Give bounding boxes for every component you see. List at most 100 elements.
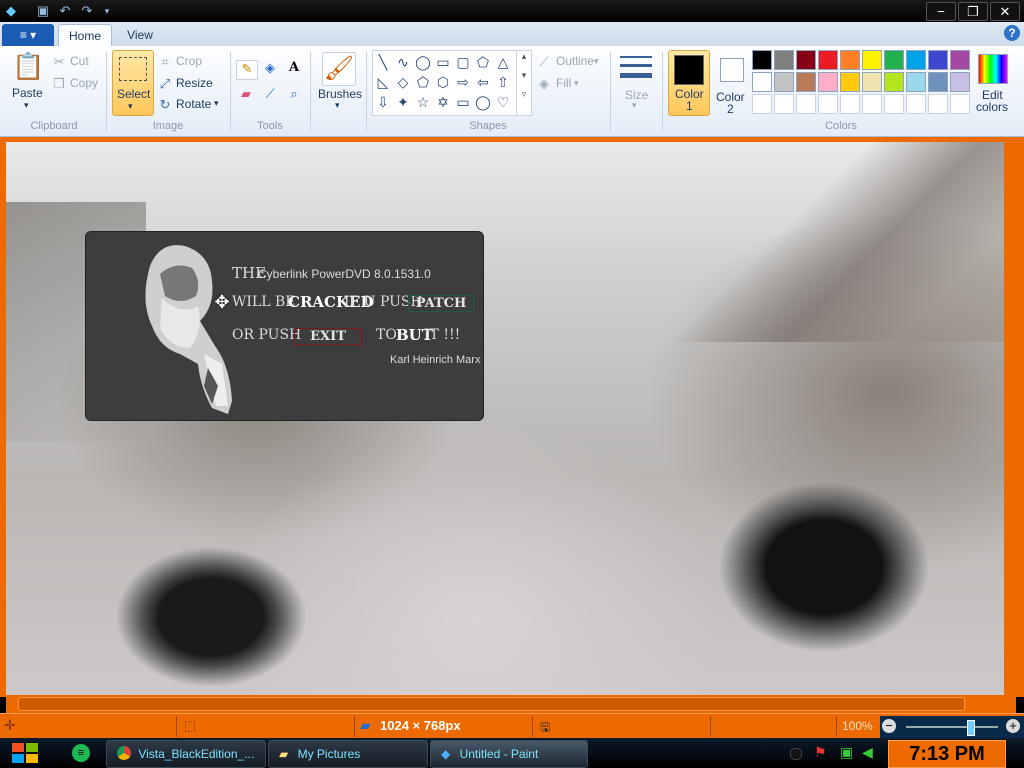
fill-icon[interactable]: ◈ [260, 60, 280, 78]
palette-swatch[interactable] [906, 50, 926, 70]
zoom-out-icon[interactable]: − [882, 719, 896, 733]
line-shape-icon[interactable]: ╲ [373, 53, 393, 71]
palette-swatch[interactable] [950, 72, 970, 92]
size-dropdown-icon[interactable]: ▾ [632, 100, 637, 111]
palette-swatch[interactable] [928, 50, 948, 70]
undo-icon[interactable]: ↶ [56, 3, 74, 19]
paste-dropdown-icon[interactable]: ▾ [24, 100, 29, 111]
palette-swatch[interactable] [840, 50, 860, 70]
start-button[interactable] [10, 739, 40, 767]
palette-swatch[interactable] [950, 50, 970, 70]
paint-app-icon[interactable]: ◆ [2, 3, 20, 19]
cut-button[interactable]: Cut [70, 54, 89, 68]
palette-swatch[interactable] [796, 72, 816, 92]
rotate-dropdown-icon[interactable]: ▾ [214, 98, 219, 109]
paste-icon[interactable]: 📋 [12, 52, 44, 80]
tray-flag-icon[interactable]: ⚑ [814, 744, 827, 761]
hexagon-shape-icon[interactable]: ⬡ [433, 73, 453, 91]
down-arrow-shape-icon[interactable]: ⇩ [373, 93, 393, 111]
callout-rectangle-shape-icon[interactable]: ▭ [453, 93, 473, 111]
callout-oval-shape-icon[interactable]: ◯ [473, 93, 493, 111]
palette-swatch[interactable] [884, 94, 904, 114]
fill-dropdown-icon[interactable]: ▾ [574, 78, 579, 89]
triangle-shape-icon[interactable]: △ [493, 53, 513, 71]
vertical-scrollbar[interactable] [1006, 142, 1020, 695]
palette-swatch[interactable] [884, 72, 904, 92]
palette-swatch[interactable] [752, 72, 772, 92]
four-point-star-shape-icon[interactable]: ✦ [393, 93, 413, 111]
right-triangle-shape-icon[interactable]: ◺ [373, 73, 393, 91]
pencil-icon[interactable]: ✎ [236, 60, 258, 80]
tray-volume-icon[interactable]: ◀ [862, 744, 873, 761]
customize-icon[interactable]: ▾ [98, 3, 116, 19]
rotate-button[interactable]: Rotate [176, 97, 211, 111]
close-button[interactable]: ✕ [990, 2, 1020, 21]
eraser-icon[interactable]: ▰ [236, 86, 256, 104]
tab-home[interactable]: Home [58, 24, 112, 47]
left-arrow-shape-icon[interactable]: ⇦ [473, 73, 493, 91]
up-arrow-shape-icon[interactable]: ⇧ [493, 73, 513, 91]
palette-swatch[interactable] [818, 50, 838, 70]
brushes-button[interactable]: Brushes [318, 87, 362, 101]
palette-swatch[interactable] [862, 94, 882, 114]
text-icon[interactable]: A [284, 60, 304, 78]
palette-swatch[interactable] [928, 94, 948, 114]
six-point-star-shape-icon[interactable]: ✡ [433, 93, 453, 111]
horizontal-scroll-thumb[interactable] [18, 697, 965, 711]
edit-colors-label-2[interactable]: colors [976, 100, 1008, 114]
palette-swatch[interactable] [752, 50, 772, 70]
palette-swatch[interactable] [818, 72, 838, 92]
palette-swatch[interactable] [840, 94, 860, 114]
palette-swatch[interactable] [840, 72, 860, 92]
rectangle-shape-icon[interactable]: ▭ [433, 53, 453, 71]
shapes-scroll[interactable]: ▴ ▾ ▿ [516, 51, 531, 115]
color1-button[interactable]: Color 1 [668, 50, 710, 116]
palette-swatch[interactable] [906, 72, 926, 92]
right-arrow-shape-icon[interactable]: ⇨ [453, 73, 473, 91]
diamond-shape-icon[interactable]: ◇ [393, 73, 413, 91]
taskbar-clock[interactable]: 7:13 PM [888, 740, 1006, 768]
scroll-down-icon[interactable]: ▾ [517, 70, 531, 81]
redo-icon[interactable]: ↷ [78, 3, 96, 19]
task-my-pictures[interactable]: ▰ My Pictures [268, 740, 428, 768]
zoom-slider-thumb[interactable] [967, 720, 976, 736]
palette-swatch[interactable] [950, 94, 970, 114]
rounded-rectangle-shape-icon[interactable]: ▢ [453, 53, 473, 71]
palette-swatch[interactable] [774, 72, 794, 92]
zoom-slider-track[interactable] [906, 726, 998, 728]
palette-swatch[interactable] [796, 50, 816, 70]
tray-network-icon[interactable]: ▣ [840, 744, 853, 761]
minimize-button[interactable]: − [926, 2, 956, 21]
spotify-icon[interactable]: ≡ [72, 744, 90, 762]
exit-button[interactable]: EXIT [294, 328, 362, 345]
palette-swatch[interactable] [884, 50, 904, 70]
task-paint[interactable]: ◆ Untitled - Paint [430, 740, 588, 768]
crop-button[interactable]: Crop [176, 54, 202, 68]
polygon-shape-icon[interactable]: ⬠ [473, 53, 493, 71]
outline-dropdown-icon[interactable]: ▾ [594, 56, 599, 67]
paste-button[interactable]: Paste [12, 86, 43, 100]
brushes-icon[interactable]: 🖌 [322, 52, 356, 86]
magnifier-icon[interactable]: ⌕ [284, 86, 304, 104]
five-point-star-shape-icon[interactable]: ☆ [413, 93, 433, 111]
palette-swatch[interactable] [752, 94, 772, 114]
palette-swatch[interactable] [862, 50, 882, 70]
heart-shape-icon[interactable]: ♡ [493, 93, 513, 111]
color-picker-icon[interactable]: ⟋ [260, 86, 280, 104]
zoom-in-icon[interactable]: + [1006, 719, 1020, 733]
color2-button[interactable]: Color 2 [712, 50, 752, 116]
palette-swatch[interactable] [796, 94, 816, 114]
help-icon[interactable]: ? [1004, 25, 1020, 41]
pentagon-shape-icon[interactable]: ⬠ [413, 73, 433, 91]
paint-menu-button[interactable]: ≡ ▾ [2, 24, 54, 46]
resize-button[interactable]: Resize [176, 76, 213, 90]
copy-button[interactable]: Copy [70, 76, 98, 90]
palette-swatch[interactable] [818, 94, 838, 114]
task-browser[interactable]: Vista_BlackEdition_... [106, 740, 266, 768]
fill-button[interactable]: Fill [556, 76, 571, 90]
palette-swatch[interactable] [774, 50, 794, 70]
palette-swatch[interactable] [906, 94, 926, 114]
scroll-up-icon[interactable]: ▴ [517, 51, 531, 62]
save-icon[interactable]: ▣ [34, 3, 52, 19]
edit-colors-icon[interactable] [978, 54, 1008, 84]
